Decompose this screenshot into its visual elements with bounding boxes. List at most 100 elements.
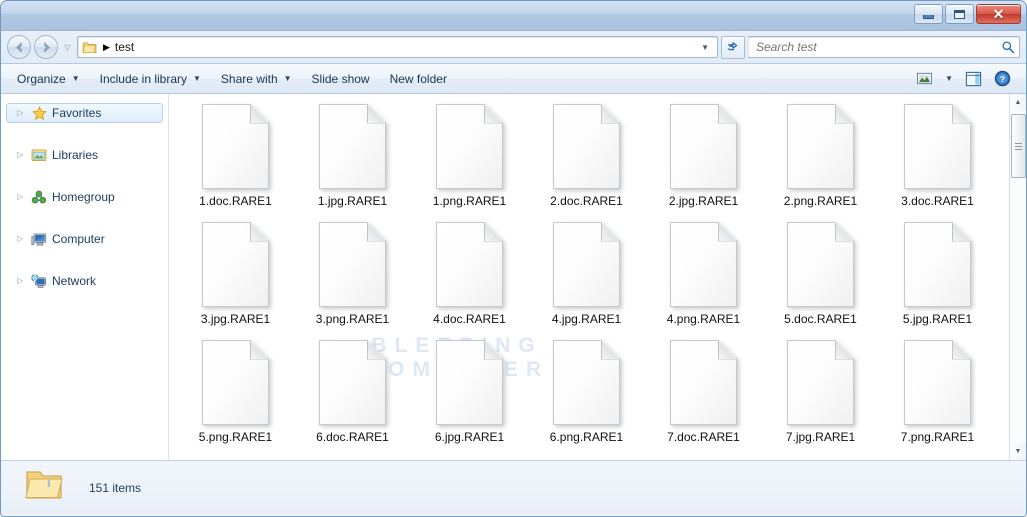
file-item[interactable]: 5.png.RARE1 [177, 338, 294, 445]
item-count-label: 151 items [89, 480, 142, 495]
file-name-label: 4.doc.RARE1 [433, 312, 506, 326]
breadcrumb-path[interactable]: test [115, 40, 134, 54]
network-icon [31, 273, 47, 289]
homegroup-icon [31, 189, 47, 205]
svg-text:?: ? [1000, 74, 1005, 84]
document-file-icon [904, 340, 971, 425]
toolbar-item-include-in-library[interactable]: Include in library ▼ [90, 67, 211, 91]
explorer-window: ✕ ▽ ▶ test ▼ Search test Organize ▼ Incl… [0, 0, 1027, 517]
minimize-button[interactable] [914, 4, 943, 24]
toolbar-label: Share with [220, 71, 278, 86]
document-file-icon [904, 104, 971, 189]
file-name-label: 3.doc.RARE1 [901, 194, 974, 208]
file-item[interactable]: 4.png.RARE1 [645, 220, 762, 327]
document-file-icon [436, 104, 503, 189]
file-grid: 1.doc.RARE1 1.jpg.RARE1 1.png.RARE1 2.do… [169, 94, 1009, 445]
expand-caret-icon[interactable]: ▷ [17, 193, 26, 201]
change-view-button[interactable] [911, 67, 938, 91]
toolbar-item-new-folder[interactable]: New folder [380, 67, 457, 91]
address-bar-row: ▽ ▶ test ▼ [1, 31, 1026, 63]
computer-icon [31, 231, 47, 247]
file-item[interactable]: 6.png.RARE1 [528, 338, 645, 445]
chevron-down-icon: ▼ [945, 74, 953, 83]
scrollbar-grip-icon [1014, 141, 1022, 152]
sidebar-item-label: Libraries [52, 148, 99, 162]
preview-pane-button[interactable] [960, 67, 987, 91]
search-icon[interactable] [1001, 40, 1015, 54]
expand-caret-icon[interactable]: ▷ [17, 109, 26, 117]
preview-pane-icon [965, 71, 982, 86]
scroll-down-button[interactable]: ▼ [1009, 443, 1026, 460]
scrollbar-track[interactable] [1009, 111, 1026, 443]
file-item[interactable]: 7.doc.RARE1 [645, 338, 762, 445]
file-name-label: 7.png.RARE1 [900, 430, 975, 444]
vertical-scrollbar[interactable]: ▲ ▼ [1009, 94, 1026, 460]
address-bar[interactable]: ▶ test ▼ [77, 36, 718, 58]
scrollbar-thumb[interactable] [1010, 114, 1026, 178]
file-list-pane[interactable]: BLEEPING COMPUTER 1.doc.RARE1 1.jpg.RARE… [169, 94, 1009, 460]
file-name-label: 2.jpg.RARE1 [668, 194, 739, 208]
file-item[interactable]: 6.jpg.RARE1 [411, 338, 528, 445]
document-file-icon [787, 222, 854, 307]
refresh-button[interactable] [721, 35, 745, 59]
expand-caret-icon[interactable]: ▷ [17, 151, 26, 159]
file-name-label: 1.doc.RARE1 [199, 194, 272, 208]
file-name-label: 4.jpg.RARE1 [551, 312, 622, 326]
scroll-up-button[interactable]: ▲ [1009, 94, 1026, 111]
toolbar-label: Include in library [99, 71, 187, 86]
file-item[interactable]: 1.jpg.RARE1 [294, 102, 411, 209]
back-button[interactable] [7, 35, 31, 59]
expand-caret-icon[interactable]: ▷ [17, 277, 26, 285]
toolbar-label: Slide show [311, 71, 370, 86]
chevron-down-icon: ▼ [283, 74, 292, 83]
file-item[interactable]: 3.png.RARE1 [294, 220, 411, 327]
toolbar-item-share-with[interactable]: Share with ▼ [211, 67, 302, 91]
expand-caret-icon[interactable]: ▷ [17, 235, 26, 243]
toolbar-item-organize[interactable]: Organize ▼ [7, 67, 90, 91]
sidebar-item-label: Network [52, 274, 97, 288]
file-item[interactable]: 6.doc.RARE1 [294, 338, 411, 445]
file-item[interactable]: 1.png.RARE1 [411, 102, 528, 209]
file-item[interactable]: 1.doc.RARE1 [177, 102, 294, 209]
file-item[interactable]: 5.jpg.RARE1 [879, 220, 996, 327]
file-item[interactable]: 3.jpg.RARE1 [177, 220, 294, 327]
file-name-label: 5.jpg.RARE1 [902, 312, 973, 326]
file-item[interactable]: 2.jpg.RARE1 [645, 102, 762, 209]
file-item[interactable]: 3.doc.RARE1 [879, 102, 996, 209]
close-button[interactable]: ✕ [976, 4, 1021, 24]
file-item[interactable]: 4.doc.RARE1 [411, 220, 528, 327]
sidebar-item-libraries[interactable]: ▷ Libraries [6, 145, 163, 165]
breadcrumb-separator[interactable]: ▶ [103, 42, 110, 53]
close-icon: ✕ [992, 6, 1005, 22]
sidebar-item-favorites[interactable]: ▷ Favorites [6, 103, 163, 123]
sidebar-item-network[interactable]: ▷ Network [6, 271, 163, 291]
file-item[interactable]: 7.png.RARE1 [879, 338, 996, 445]
file-item[interactable]: 7.jpg.RARE1 [762, 338, 879, 445]
file-item[interactable]: 2.doc.RARE1 [528, 102, 645, 209]
file-name-label: 1.png.RARE1 [432, 194, 507, 208]
help-button[interactable]: ? [989, 67, 1016, 91]
maximize-button[interactable] [945, 4, 974, 24]
file-name-label: 7.jpg.RARE1 [785, 430, 856, 444]
sidebar-item-homegroup[interactable]: ▷ Homegroup [6, 187, 163, 207]
star-icon [31, 105, 47, 121]
recent-pages-button[interactable]: ▽ [61, 36, 74, 58]
file-item[interactable]: 2.png.RARE1 [762, 102, 879, 209]
search-box[interactable] [748, 36, 1020, 58]
chevron-down-icon: ▼ [193, 74, 201, 83]
document-file-icon [553, 104, 620, 189]
search-input[interactable] [756, 40, 1001, 54]
file-item[interactable]: 4.jpg.RARE1 [528, 220, 645, 327]
sidebar-item-label: Homegroup [52, 190, 115, 204]
document-file-icon [904, 222, 971, 307]
folder-icon [82, 41, 97, 54]
title-bar: ✕ [1, 1, 1026, 31]
view-dropdown-button[interactable]: ▼ [940, 67, 958, 91]
file-item[interactable]: 5.doc.RARE1 [762, 220, 879, 327]
toolbar-item-slide-show[interactable]: Slide show [302, 67, 380, 91]
chevron-down-icon[interactable]: ▼ [701, 43, 715, 52]
forward-button[interactable] [34, 35, 58, 59]
sidebar-item-computer[interactable]: ▷ Computer [6, 229, 163, 249]
toolbar-right-group: ▼ ? [911, 67, 1020, 91]
refresh-icon [727, 42, 738, 51]
